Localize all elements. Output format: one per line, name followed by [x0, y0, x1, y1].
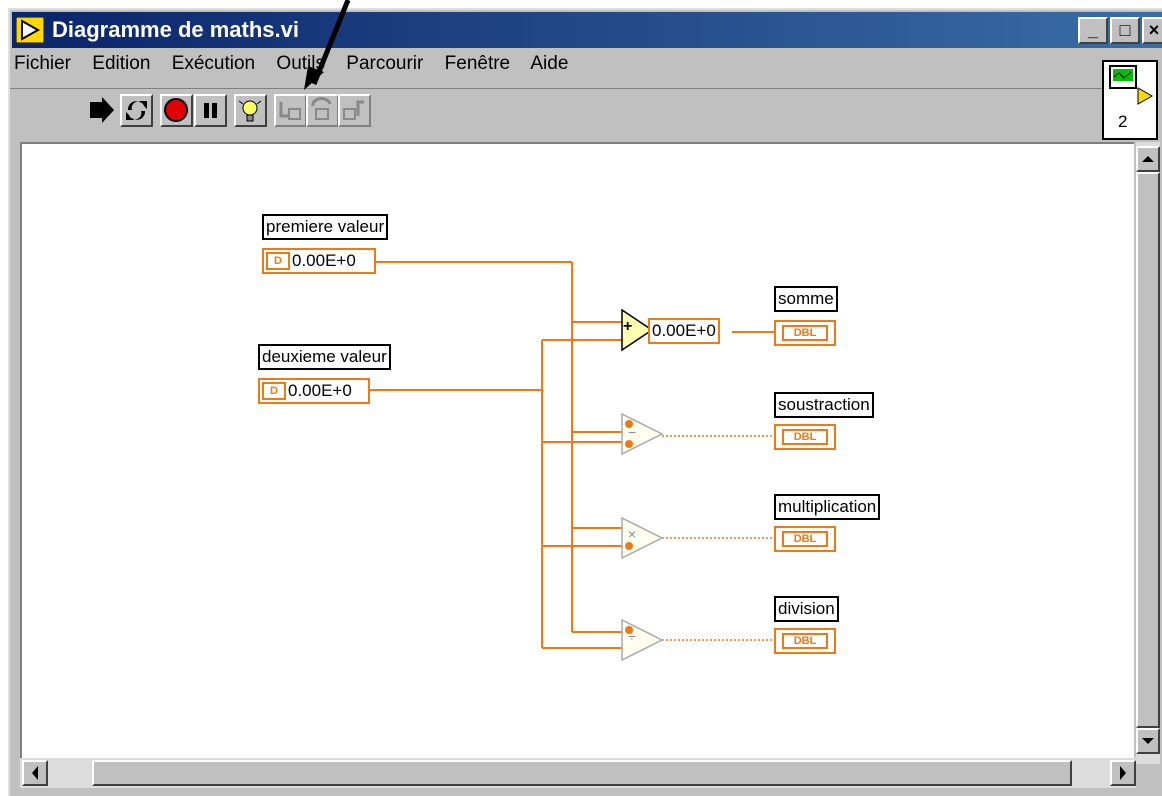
- scroll-left-button[interactable]: [22, 760, 48, 786]
- pause-icon: [204, 103, 217, 118]
- menu-fichier[interactable]: Fichier: [14, 53, 71, 74]
- menu-fenetre[interactable]: Fenêtre: [445, 53, 510, 74]
- step-over-icon: [311, 97, 332, 120]
- menu-edition[interactable]: Edition: [92, 53, 150, 74]
- arrow-right-icon: [1120, 766, 1126, 780]
- vi-icon-number: 2: [1118, 112, 1128, 131]
- annotation-arrow-icon: [304, 0, 351, 90]
- menu-aide[interactable]: Aide: [530, 53, 568, 74]
- vertical-scrollbar[interactable]: [1136, 142, 1160, 764]
- close-button[interactable]: ×: [1142, 17, 1162, 44]
- premiere-valeur-control[interactable]: D 0.00E+0: [262, 248, 376, 274]
- step-into-icon: [279, 102, 301, 120]
- somme-label[interactable]: somme: [774, 286, 838, 312]
- subtract-function[interactable]: [620, 412, 664, 456]
- divide-operator: ÷: [628, 628, 636, 644]
- division-indicator[interactable]: DBL: [774, 628, 836, 654]
- highlight-execution-icon: [238, 100, 262, 122]
- premiere-valeur-value: 0.00E+0: [292, 251, 356, 270]
- divide-function[interactable]: [620, 618, 664, 662]
- scroll-down-button[interactable]: [1136, 728, 1160, 754]
- multiply-operator: ×: [628, 526, 637, 542]
- window-title: Diagramme de maths.vi: [52, 17, 299, 42]
- highlight-execution-button[interactable]: [234, 94, 267, 127]
- scroll-right-button[interactable]: [1110, 760, 1136, 786]
- abort-button[interactable]: [160, 94, 193, 127]
- run-button[interactable]: [84, 94, 117, 127]
- somme-indicator[interactable]: DBL: [774, 320, 836, 346]
- multiplication-label[interactable]: multiplication: [774, 494, 881, 520]
- dbl-type-tag: DBL: [782, 633, 828, 649]
- abort-icon: [164, 98, 188, 122]
- soustraction-indicator[interactable]: DBL: [774, 424, 836, 450]
- block-diagram-canvas[interactable]: + − × ÷ premiere valeur D 0.00E+0 deuxiem…: [20, 142, 1134, 758]
- dbl-type-tag: DBL: [782, 325, 828, 341]
- add-operator: +: [623, 318, 633, 335]
- run-icon: [90, 97, 114, 123]
- step-out-icon: [343, 100, 364, 120]
- run-continuously-icon: [126, 101, 147, 120]
- soustraction-label[interactable]: soustraction: [774, 392, 874, 418]
- title-bar[interactable]: Diagramme de maths.vi _ □ ×: [12, 12, 1162, 48]
- division-label[interactable]: division: [774, 596, 839, 622]
- dbl-type-tag: D: [266, 252, 290, 270]
- subtract-operator: −: [628, 424, 637, 440]
- scroll-up-button[interactable]: [1136, 146, 1160, 172]
- pause-button[interactable]: [194, 94, 227, 127]
- multiplication-indicator[interactable]: DBL: [774, 526, 836, 552]
- horizontal-scroll-thumb[interactable]: [92, 760, 1072, 786]
- deuxieme-valeur-value: 0.00E+0: [288, 381, 352, 400]
- dbl-type-tag: DBL: [782, 429, 828, 445]
- vertical-scroll-thumb[interactable]: [1136, 172, 1160, 728]
- menu-execution[interactable]: Exécution: [172, 53, 255, 74]
- multiply-function[interactable]: [620, 516, 664, 560]
- deuxieme-valeur-label[interactable]: deuxieme valeur: [258, 344, 391, 370]
- arrow-down-icon: [1142, 738, 1154, 744]
- deuxieme-valeur-control[interactable]: D 0.00E+0: [258, 378, 370, 404]
- monitor-icon: [1109, 65, 1154, 105]
- horizontal-scrollbar[interactable]: [20, 758, 1136, 788]
- labview-vi-icon: [16, 17, 44, 43]
- dbl-type-tag: DBL: [782, 531, 828, 547]
- maximize-button[interactable]: □: [1110, 17, 1140, 44]
- somme-probe[interactable]: 0.00E+0: [648, 318, 720, 344]
- arrow-left-icon: [32, 766, 38, 780]
- vi-connector-icon[interactable]: 2: [1102, 60, 1158, 140]
- arrow-up-icon: [1142, 156, 1154, 162]
- minimize-button[interactable]: _: [1078, 17, 1108, 44]
- premiere-valeur-label[interactable]: premiere valeur: [262, 214, 389, 240]
- wires: [370, 261, 774, 649]
- run-continuously-button[interactable]: [120, 94, 153, 127]
- dbl-type-tag: D: [262, 382, 286, 400]
